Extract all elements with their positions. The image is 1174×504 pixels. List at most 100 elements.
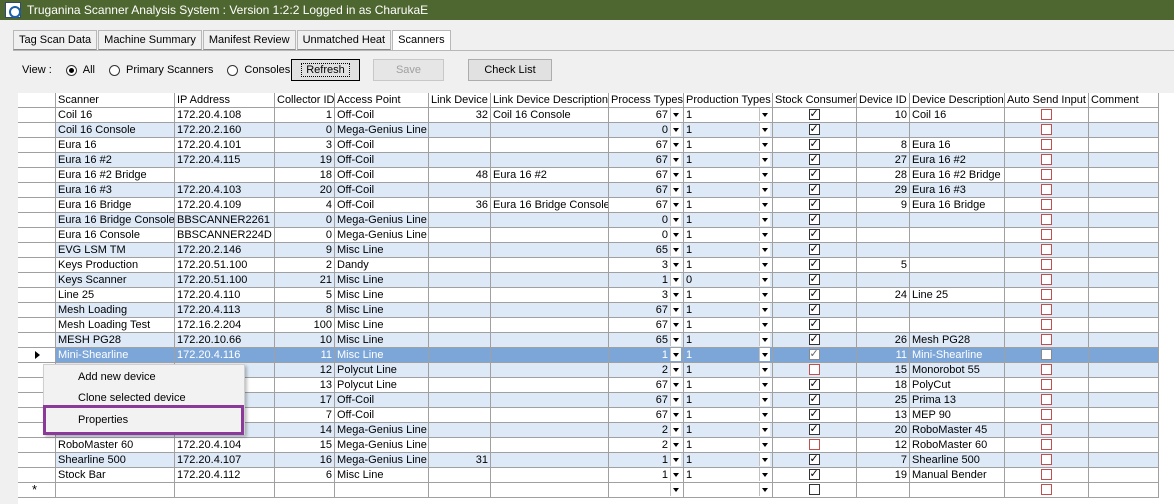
stock-consumer-cell[interactable] <box>773 318 857 333</box>
ip-address-cell[interactable]: 172.20.4.109 <box>175 198 275 213</box>
new-row-cell[interactable] <box>910 483 1005 498</box>
dropdown-arrow-icon[interactable] <box>670 483 681 496</box>
production-types-cell[interactable]: 1 <box>684 408 773 423</box>
collector-id-cell[interactable]: 5 <box>275 288 335 303</box>
stock-consumer-checkbox[interactable] <box>808 439 820 450</box>
auto-send-input-checkbox[interactable] <box>1040 124 1052 135</box>
dropdown-arrow-icon[interactable] <box>670 273 681 286</box>
link-device-cell[interactable] <box>429 348 491 363</box>
comment-cell[interactable] <box>1089 318 1159 333</box>
device-description-cell[interactable]: Line 25 <box>910 288 1005 303</box>
process-types-cell[interactable]: 1 <box>609 348 684 363</box>
view-all-radio[interactable] <box>65 64 77 76</box>
link-device-cell[interactable] <box>429 438 491 453</box>
production-types-cell[interactable]: 1 <box>684 303 773 318</box>
auto-send-input-cell[interactable] <box>1005 408 1089 423</box>
device-description-cell[interactable]: Eura 16 Bridge <box>910 198 1005 213</box>
device-id-cell[interactable]: 12 <box>857 438 910 453</box>
link-device-description-cell[interactable] <box>491 228 609 243</box>
dropdown-arrow-icon[interactable] <box>759 138 770 151</box>
process-types-cell[interactable]: 67 <box>609 393 684 408</box>
collector-id-cell[interactable]: 0 <box>275 213 335 228</box>
comment-cell[interactable] <box>1089 108 1159 123</box>
new-row-cell[interactable] <box>1089 483 1159 498</box>
table-row[interactable]: Eura 16 Bridge Console BBSCANNER2261 0 Mega… <box>18 213 1159 228</box>
access-point-cell[interactable]: Misc Line <box>335 273 429 288</box>
production-types-cell[interactable]: 1 <box>684 183 773 198</box>
link-device-cell[interactable] <box>429 258 491 273</box>
row-header[interactable] <box>18 303 56 318</box>
device-id-cell[interactable]: 25 <box>857 393 910 408</box>
process-types-cell[interactable]: 0 <box>609 228 684 243</box>
row-header[interactable] <box>18 138 56 153</box>
production-types-cell[interactable]: 1 <box>684 468 773 483</box>
stock-consumer-cell[interactable] <box>773 333 857 348</box>
table-row[interactable]: EVG LSM TM 172.20.2.146 9 Misc Line 65 1 <box>18 243 1159 258</box>
table-row[interactable]: Coil 16 Console 172.20.2.160 0 Mega-Genius … <box>18 123 1159 138</box>
auto-send-input-checkbox[interactable] <box>1040 424 1052 435</box>
process-types-cell[interactable]: 2 <box>609 438 684 453</box>
column-header-ip-address[interactable]: IP Address <box>175 93 275 108</box>
auto-send-input-checkbox[interactable] <box>1040 454 1052 465</box>
device-id-cell[interactable]: 8 <box>857 138 910 153</box>
access-point-cell[interactable]: Mega-Genius Line <box>335 423 429 438</box>
auto-send-input-cell[interactable] <box>1005 138 1089 153</box>
device-id-cell[interactable]: 26 <box>857 333 910 348</box>
link-device-description-cell[interactable] <box>491 153 609 168</box>
auto-send-input-checkbox[interactable] <box>1040 184 1052 195</box>
link-device-cell[interactable] <box>429 468 491 483</box>
process-types-cell[interactable]: 67 <box>609 153 684 168</box>
dropdown-arrow-icon[interactable] <box>670 363 681 376</box>
collector-id-cell[interactable]: 18 <box>275 168 335 183</box>
stock-consumer-checkbox[interactable] <box>808 243 820 256</box>
link-device-cell[interactable] <box>429 408 491 423</box>
table-row[interactable]: Coil 16 172.20.4.108 1 Off-Coil 32 Coil 16 Co… <box>18 108 1159 123</box>
column-header-auto-send-input[interactable]: Auto Send Input <box>1005 93 1089 108</box>
tab-unmatched-heat[interactable]: Unmatched Heat <box>296 30 392 50</box>
link-device-description-cell[interactable] <box>491 303 609 318</box>
auto-send-input-checkbox[interactable] <box>1040 469 1052 480</box>
comment-cell[interactable] <box>1089 348 1159 363</box>
device-description-cell[interactable]: Coil 16 <box>910 108 1005 123</box>
stock-consumer-checkbox[interactable] <box>808 333 820 346</box>
menu-clone-selected-device[interactable]: Clone selected device <box>45 388 243 408</box>
new-row-cell[interactable] <box>335 483 429 498</box>
production-types-cell[interactable]: 1 <box>684 123 773 138</box>
scanner-cell[interactable]: Mesh Loading <box>56 303 175 318</box>
auto-send-input-cell[interactable] <box>1005 468 1089 483</box>
refresh-button[interactable]: Refresh <box>291 59 360 81</box>
auto-send-input-cell[interactable] <box>1005 438 1089 453</box>
row-header[interactable] <box>18 453 56 468</box>
production-types-cell[interactable]: 1 <box>684 258 773 273</box>
access-point-cell[interactable]: Mega-Genius Line <box>335 123 429 138</box>
scanner-cell[interactable]: RoboMaster 60 <box>56 438 175 453</box>
link-device-description-cell[interactable] <box>491 348 609 363</box>
column-header-link-device-description[interactable]: Link Device Description <box>491 93 609 108</box>
save-button[interactable]: Save <box>373 59 444 81</box>
auto-send-input-checkbox[interactable] <box>1040 394 1052 405</box>
device-description-cell[interactable] <box>910 123 1005 138</box>
stock-consumer-cell[interactable] <box>773 363 857 378</box>
comment-cell[interactable] <box>1089 198 1159 213</box>
link-device-cell[interactable] <box>429 288 491 303</box>
device-description-cell[interactable]: Eura 16 <box>910 138 1005 153</box>
stock-consumer-cell[interactable] <box>773 393 857 408</box>
stock-consumer-cell[interactable] <box>773 423 857 438</box>
scanner-cell[interactable]: Keys Production <box>56 258 175 273</box>
comment-cell[interactable] <box>1089 408 1159 423</box>
dropdown-arrow-icon[interactable] <box>670 198 681 211</box>
dropdown-arrow-icon[interactable] <box>759 378 770 391</box>
collector-id-cell[interactable]: 21 <box>275 273 335 288</box>
auto-send-input-checkbox[interactable] <box>1040 409 1052 420</box>
stock-consumer-cell[interactable] <box>773 123 857 138</box>
auto-send-input-cell[interactable] <box>1005 273 1089 288</box>
row-header[interactable] <box>18 123 56 138</box>
column-header-stock-consumer[interactable]: Stock Consumer <box>773 93 857 108</box>
stock-consumer-checkbox[interactable] <box>808 198 820 211</box>
column-header-production-types[interactable]: Production Types <box>684 93 773 108</box>
comment-cell[interactable] <box>1089 258 1159 273</box>
collector-id-cell[interactable]: 100 <box>275 318 335 333</box>
scanner-cell[interactable]: Eura 16 #3 <box>56 183 175 198</box>
device-id-cell[interactable]: 20 <box>857 423 910 438</box>
device-id-cell[interactable] <box>857 123 910 138</box>
